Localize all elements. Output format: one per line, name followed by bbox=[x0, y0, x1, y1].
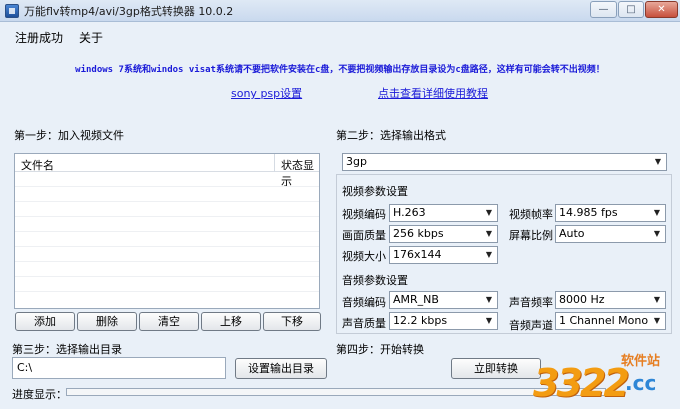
chevron-down-icon: ▼ bbox=[653, 229, 661, 238]
file-list-header: 文件名 状态显示 bbox=[15, 154, 319, 188]
audio-params-title: 音频参数设置 bbox=[342, 274, 408, 287]
chevron-down-icon: ▼ bbox=[485, 295, 493, 304]
chevron-down-icon: ▼ bbox=[485, 229, 493, 238]
video-size-select[interactable]: 176x144 ▼ bbox=[389, 246, 498, 264]
progress-bar bbox=[66, 388, 606, 396]
add-button[interactable]: 添加 bbox=[15, 312, 75, 331]
watermark-cc: .cc bbox=[625, 371, 657, 395]
list-item bbox=[15, 248, 319, 262]
move-up-button[interactable]: 上移 bbox=[201, 312, 261, 331]
list-item bbox=[15, 218, 319, 232]
chevron-down-icon: ▼ bbox=[485, 250, 493, 259]
aspect-ratio-select[interactable]: Auto ▼ bbox=[555, 225, 666, 243]
title-bar: 万能flv转mp4/avi/3gp格式转换器 10.0.2 — □ ✕ bbox=[0, 0, 680, 22]
list-item bbox=[15, 203, 319, 217]
start-convert-button[interactable]: 立即转换 bbox=[451, 358, 541, 379]
warning-notice: windows 7系统和windos visat系统请不要把软件安装在c盘，不要… bbox=[75, 65, 605, 75]
audio-codec-select[interactable]: AMR_NB ▼ bbox=[389, 291, 498, 309]
chevron-down-icon: ▼ bbox=[485, 208, 493, 217]
audio-codec-label: 音频编码 bbox=[342, 296, 386, 309]
minimize-button[interactable]: — bbox=[590, 1, 617, 18]
list-item bbox=[15, 173, 319, 187]
chevron-down-icon: ▼ bbox=[653, 208, 661, 217]
app-icon bbox=[5, 4, 19, 18]
clear-button[interactable]: 清空 bbox=[139, 312, 199, 331]
audio-rate-select[interactable]: 8000 Hz ▼ bbox=[555, 291, 666, 309]
aspect-ratio-label: 屏幕比例 bbox=[509, 229, 553, 242]
video-fps-label: 视频帧率 bbox=[509, 208, 553, 221]
video-size-label: 视频大小 bbox=[342, 250, 386, 263]
menu-bar: 注册成功 关于 bbox=[0, 22, 680, 48]
watermark-cn: 软件站 bbox=[621, 354, 661, 369]
chevron-down-icon: ▼ bbox=[654, 157, 662, 166]
chevron-down-icon: ▼ bbox=[653, 295, 661, 304]
set-output-dir-button[interactable]: 设置输出目录 bbox=[235, 358, 327, 379]
watermark-digits: 3322 bbox=[533, 361, 630, 405]
step2-label: 第二步：选择输出格式 bbox=[336, 129, 446, 142]
list-item bbox=[15, 278, 319, 292]
menu-item-register[interactable]: 注册成功 bbox=[15, 29, 63, 46]
close-button[interactable]: ✕ bbox=[645, 1, 678, 18]
file-list[interactable]: 文件名 状态显示 bbox=[14, 153, 320, 309]
video-params-title: 视频参数设置 bbox=[342, 185, 408, 198]
list-item bbox=[15, 233, 319, 247]
video-codec-select[interactable]: H.263 ▼ bbox=[389, 204, 498, 222]
video-quality-label: 画面质量 bbox=[342, 229, 386, 242]
list-item bbox=[15, 188, 319, 202]
video-quality-select[interactable]: 256 kbps ▼ bbox=[389, 225, 498, 243]
video-codec-label: 视频编码 bbox=[342, 208, 386, 221]
progress-label: 进度显示： bbox=[12, 388, 67, 401]
video-fps-select[interactable]: 14.985 fps ▼ bbox=[555, 204, 666, 222]
list-item bbox=[15, 263, 319, 277]
move-down-button[interactable]: 下移 bbox=[263, 312, 321, 331]
step4-label: 第四步：开始转换 bbox=[336, 343, 424, 356]
chevron-down-icon: ▼ bbox=[653, 316, 661, 325]
column-filename[interactable]: 文件名 bbox=[21, 157, 54, 173]
site-watermark-logo: 3322 软件站 .cc bbox=[533, 347, 680, 409]
step3-label: 第三步：选择输出目录 bbox=[12, 343, 122, 356]
audio-channel-label: 音频声道 bbox=[509, 319, 553, 332]
sony-psp-link[interactable]: sony psp设置 bbox=[231, 85, 302, 101]
step1-label: 第一步：加入视频文件 bbox=[14, 129, 124, 142]
menu-item-about[interactable]: 关于 bbox=[79, 29, 103, 46]
window-title: 万能flv转mp4/avi/3gp格式转换器 10.0.2 bbox=[24, 5, 234, 18]
output-path-input[interactable]: C:\ bbox=[12, 357, 226, 379]
maximize-button[interactable]: □ bbox=[618, 1, 644, 18]
delete-button[interactable]: 删除 bbox=[77, 312, 137, 331]
audio-rate-label: 声音频率 bbox=[509, 296, 553, 309]
help-tutorial-link[interactable]: 点击查看详细使用教程 bbox=[378, 85, 488, 101]
audio-quality-select[interactable]: 12.2 kbps ▼ bbox=[389, 312, 498, 330]
audio-quality-label: 声音质量 bbox=[342, 317, 386, 330]
format-select[interactable]: 3gp ▼ bbox=[342, 153, 667, 171]
chevron-down-icon: ▼ bbox=[485, 316, 493, 325]
audio-channel-select[interactable]: 1 Channel Mono ▼ bbox=[555, 312, 666, 330]
